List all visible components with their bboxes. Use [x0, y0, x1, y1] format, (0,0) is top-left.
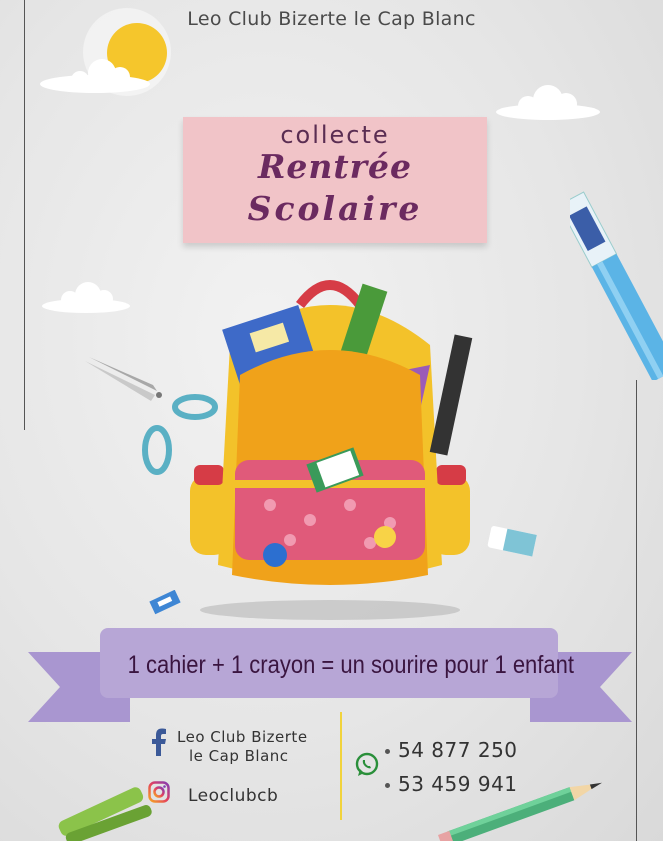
cloud-top-right [496, 85, 600, 120]
ribbon-slogan: 1 cahier + 1 crayon = un sourire pour 1 … [127, 651, 574, 679]
backpack-shadow [200, 600, 460, 620]
facebook-icon[interactable] [150, 728, 168, 756]
ruler-black [429, 334, 473, 456]
contacts-divider [340, 712, 342, 820]
phone-number-1-text[interactable]: 54 877 250 [398, 738, 518, 762]
eraser-illustration [487, 526, 537, 557]
title-line-rentree: Rentrée [257, 147, 413, 186]
right-rule [636, 380, 637, 841]
title-card: collecte Rentrée Scolaire [183, 117, 487, 243]
instagram-handle[interactable]: Leoclubcb [188, 786, 278, 806]
backpack-handle [296, 280, 364, 309]
bullet [385, 749, 390, 754]
facebook-page-name-line1[interactable]: Leo Club Bizerte [177, 728, 308, 746]
stapler-illustration [58, 787, 152, 841]
whatsapp-icon[interactable] [354, 752, 380, 778]
pencil-illustration [437, 782, 603, 841]
title-line-collecte: collecte [280, 121, 390, 149]
sharpener-illustration [149, 590, 181, 615]
organization-name: Leo Club Bizerte le Cap Blanc [187, 8, 476, 30]
facebook-page-name-line2[interactable]: le Cap Blanc [189, 747, 289, 765]
blue-marker-illustration [570, 191, 663, 380]
phone-number-1[interactable]: 54 877 250 [385, 738, 518, 762]
bullet [385, 783, 390, 788]
cloud-mid-left [42, 282, 130, 313]
backpack-illustration [190, 280, 473, 620]
title-line-scolaire: Scolaire [247, 189, 423, 228]
